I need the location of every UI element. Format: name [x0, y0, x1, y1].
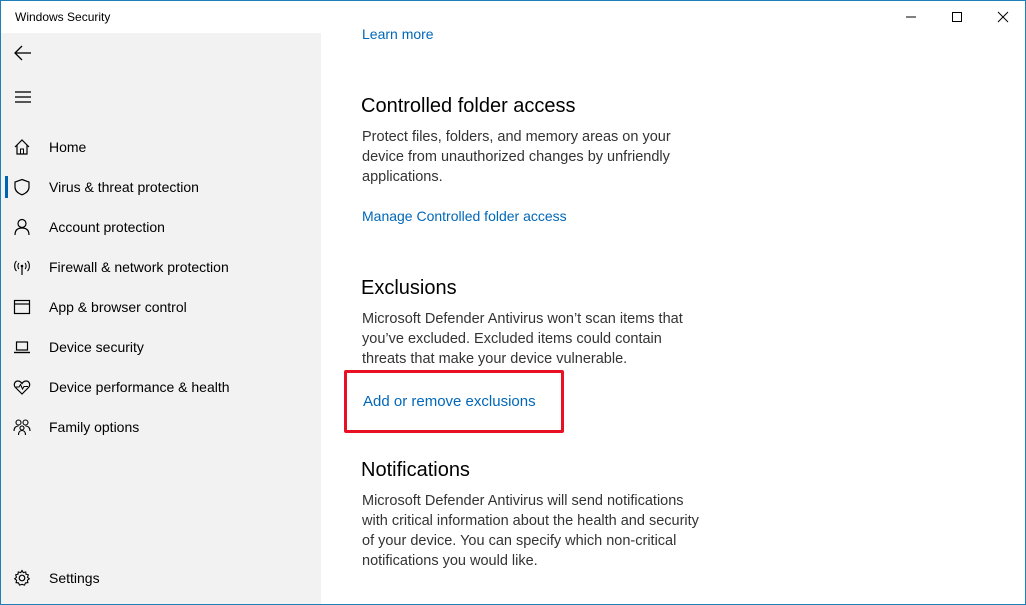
settings-label: Settings [49, 570, 100, 586]
sidebar: Home Virus & threat protection Account p… [1, 33, 321, 604]
sidebar-item-virus-threat-protection[interactable]: Virus & threat protection [1, 167, 321, 207]
hamburger-menu-button[interactable] [1, 77, 45, 117]
sidebar-item-label: App & browser control [49, 299, 187, 315]
sidebar-item-device-security[interactable]: Device security [1, 327, 321, 367]
wifi-antenna-icon [12, 257, 32, 277]
main-content: Learn more Controlled folder access Prot… [321, 26, 1025, 604]
title-bar[interactable]: Windows Security [1, 1, 1025, 33]
sidebar-item-label: Account protection [49, 219, 165, 235]
sidebar-item-label: Home [49, 139, 87, 155]
window-title: Windows Security [15, 10, 111, 24]
hamburger-icon [15, 91, 31, 103]
notifications-description: Microsoft Defender Antivirus will send n… [362, 493, 699, 569]
sidebar-item-family-options[interactable]: Family options [1, 407, 321, 447]
exclusions-title: Exclusions [361, 277, 457, 299]
sidebar-item-firewall-network-protection[interactable]: Firewall & network protection [1, 247, 321, 287]
exclusions-description: Microsoft Defender Antivirus won’t scan … [362, 311, 683, 367]
laptop-icon [12, 337, 32, 357]
sidebar-item-app-browser-control[interactable]: App & browser control [1, 287, 321, 327]
heart-pulse-icon [12, 377, 32, 397]
maximize-icon [952, 12, 962, 22]
learn-more-link[interactable]: Learn more [362, 26, 434, 42]
minimize-button[interactable] [888, 1, 934, 33]
minimize-icon [906, 16, 916, 18]
sidebar-item-label: Firewall & network protection [49, 259, 229, 275]
windows-security-window: Windows Security Home Virus & threat pro… [0, 0, 1026, 605]
sidebar-item-settings[interactable]: Settings [1, 558, 321, 598]
sidebar-item-label: Virus & threat protection [49, 179, 199, 195]
home-icon [12, 137, 32, 157]
sidebar-item-account-protection[interactable]: Account protection [1, 207, 321, 247]
manage-controlled-folder-access-link[interactable]: Manage Controlled folder access [362, 208, 567, 224]
app-window-icon [12, 297, 32, 317]
controlled-folder-access-description: Protect files, folders, and memory areas… [362, 129, 671, 185]
sidebar-item-label: Device performance & health [49, 379, 230, 395]
sidebar-item-device-performance-health[interactable]: Device performance & health [1, 367, 321, 407]
sidebar-item-label: Family options [49, 419, 140, 435]
shield-icon [12, 177, 32, 197]
person-icon [12, 217, 32, 237]
sidebar-item-home[interactable]: Home [1, 127, 321, 167]
family-icon [12, 417, 32, 437]
add-or-remove-exclusions-link[interactable]: Add or remove exclusions [363, 393, 536, 410]
controlled-folder-access-title: Controlled folder access [361, 95, 576, 117]
back-button[interactable] [1, 33, 45, 73]
gear-icon [12, 568, 32, 588]
maximize-button[interactable] [934, 1, 980, 33]
back-arrow-icon [14, 45, 31, 61]
close-button[interactable] [980, 1, 1025, 33]
close-icon [997, 11, 1009, 23]
sidebar-item-label: Device security [49, 339, 144, 355]
selected-indicator [5, 176, 8, 198]
notifications-title: Notifications [361, 459, 470, 481]
